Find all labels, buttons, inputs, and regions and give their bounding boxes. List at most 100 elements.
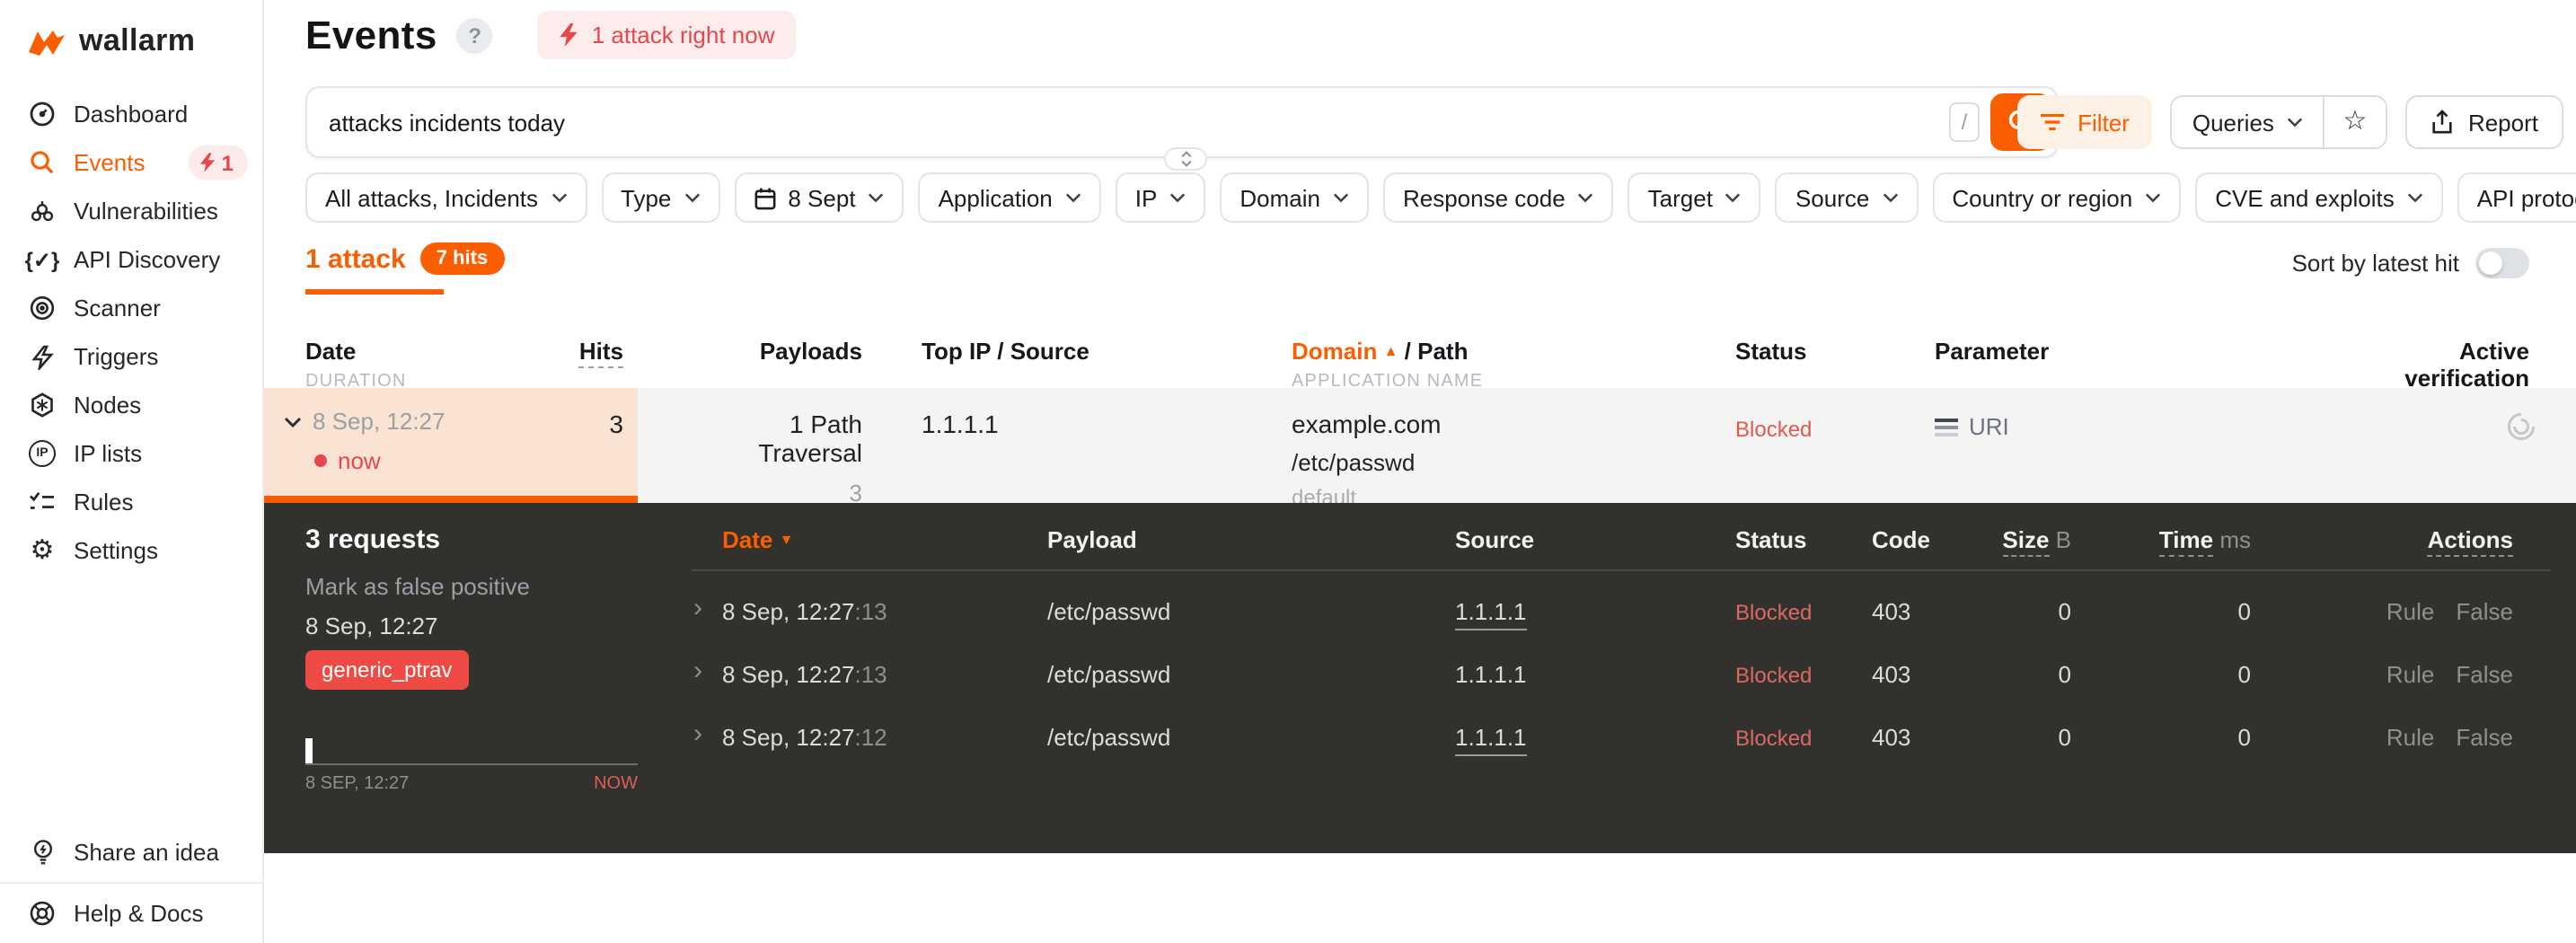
request-size: 0 [2058,598,2071,625]
expand-chevron-icon[interactable]: › [693,593,702,623]
export-icon [2432,110,2452,134]
chip-date[interactable]: 8 Sept [734,172,904,223]
active-verification-spinner-icon[interactable] [2506,411,2536,442]
col-parameter: Parameter [1935,338,2050,365]
favorite-star-button[interactable]: ☆ [2324,97,2386,147]
chip-application[interactable]: Application [918,172,1101,223]
request-source[interactable]: 1.1.1.1 [1455,598,1527,630]
expand-chevron-icon[interactable]: › [693,718,702,749]
chip-cve[interactable]: CVE and exploits [2195,172,2443,223]
request-source[interactable]: 1.1.1.1 [1455,724,1527,756]
request-time: 0 [2237,724,2251,751]
gauge-icon [27,101,57,128]
page-header: Events ? 1 attack right now [305,11,797,59]
sidebar-item-ip-lists[interactable]: IP IP lists [0,429,262,478]
report-button[interactable]: Report [2404,95,2563,149]
request-status: Blocked [1735,600,1813,625]
chip-source[interactable]: Source [1775,172,1919,223]
filter-icon [2040,113,2064,131]
chip-api-protocols[interactable]: API protocols [2457,172,2576,223]
sidebar-item-settings[interactable]: ⚙ Settings [0,526,262,575]
timeline-bar [305,738,313,765]
attack-tag[interactable]: generic_ptrav [305,650,469,690]
sidebar-item-vulnerabilities[interactable]: Vulnerabilities [0,187,262,235]
col-status: Status [1735,338,1807,365]
help-icon[interactable]: ? [456,17,493,53]
sidebar-item-share-idea[interactable]: Share an idea [0,823,262,882]
tab-attacks[interactable]: 1 attack 7 hits [305,242,505,275]
toggle-knob [2479,251,2502,275]
chevron-down-icon [1725,193,1742,203]
queries-group: Queries ☆ [2170,95,2387,149]
attack-top-ip[interactable]: 1.1.1.1 [922,410,999,438]
toolbar: Filter Queries ☆ Report [2016,86,2563,158]
col-request-size: Size B [1949,526,2071,557]
false-link[interactable]: False [2456,661,2513,688]
request-date: 8 Sep, 12:27:12 [722,724,887,751]
col-request-payload: Payload [1047,526,1137,553]
attack-domain: example.com [1292,410,1442,438]
gear-icon: ⚙ [30,535,55,566]
request-code: 403 [1872,724,1911,751]
parameter-icon [1935,418,1958,436]
sidebar-item-dashboard[interactable]: Dashboard [0,90,262,138]
chip-target[interactable]: Target [1628,172,1761,223]
chip-ip[interactable]: IP [1115,172,1206,223]
request-actions: Rule False [2344,598,2513,625]
sidebar-item-events[interactable]: Events 1 [0,138,262,187]
false-link[interactable]: False [2456,724,2513,751]
lightbulb-icon [27,839,57,866]
col-request-date[interactable]: Date ▼ [722,526,793,553]
chevron-expanded-icon[interactable] [284,416,302,427]
sidebar-item-nodes[interactable]: Nodes [0,381,262,429]
sidebar-item-api-discovery[interactable]: {✓} API Discovery [0,235,262,284]
attack-count: 1 attack [305,243,406,274]
chip-response-code[interactable]: Response code [1382,172,1614,223]
chip-attack-type[interactable]: All attacks, Incidents [305,172,587,223]
request-source[interactable]: 1.1.1.1 [1455,661,1527,688]
sidebar-item-label: Scanner [74,295,161,322]
request-code: 403 [1872,661,1911,688]
request-actions: Rule False [2344,661,2513,688]
divider [692,569,2551,571]
rule-link[interactable]: Rule [2386,724,2435,751]
search-bar: / [305,86,2059,171]
chip-domain[interactable]: Domain [1220,172,1369,223]
sidebar-item-rules[interactable]: Rules [0,478,262,526]
attack-hits: 3 [609,410,623,438]
attack-table-header: Date DURATION Hits Payloads Top IP / Sou… [0,338,2576,392]
rule-link[interactable]: Rule [2386,661,2435,688]
sidebar-footer: Share an idea Help & Docs [0,823,262,943]
attack-date: 8 Sep, 12:27 [313,408,446,435]
sidebar-item-help-docs[interactable]: Help & Docs [0,884,262,943]
sidebar-item-label: Settings [74,537,158,564]
events-page: wallarm Dashboard Events 1 Vulnerabiliti… [0,0,2576,943]
expand-chevron-icon[interactable]: › [693,656,702,686]
attack-row-date-cell[interactable]: 8 Sep, 12:27 now [264,388,638,503]
false-link[interactable]: False [2456,598,2513,625]
lifebuoy-icon [27,900,57,927]
sidebar-nav: Dashboard Events 1 Vulnerabilities {✓} A… [0,90,262,575]
sort-toggle[interactable] [2475,248,2529,278]
search-expand-handle[interactable] [1164,147,1207,171]
col-domain-path[interactable]: Domain ▲ / Path APPLICATION NAME [1292,338,1483,392]
sidebar-item-scanner[interactable]: Scanner [0,284,262,332]
calendar-icon [754,187,775,209]
chevron-down-icon [1578,193,1593,203]
col-active-verification: Active verification [2404,338,2529,392]
chevron-down-icon [684,193,700,203]
mark-false-positive-link[interactable]: Mark as false positive [305,573,530,600]
sort-control: Sort by latest hit [2292,248,2529,278]
attack-alert-badge[interactable]: 1 attack right now [537,11,797,59]
chevron-down-icon [2287,118,2303,128]
filter-button[interactable]: Filter [2016,95,2153,149]
chip-country[interactable]: Country or region [1932,172,2182,223]
sort-desc-icon: ▼ [779,532,794,548]
chevron-down-icon [869,193,884,203]
rule-link[interactable]: Rule [2386,598,2435,625]
request-row: › 8 Sep, 12:27:12 /etc/passwd 1.1.1.1 Bl… [692,708,2551,771]
queries-button[interactable]: Queries [2172,97,2325,147]
col-hits[interactable]: Hits [467,338,623,368]
chip-type[interactable]: Type [601,172,720,223]
wallarm-logo[interactable]: wallarm [0,0,262,59]
